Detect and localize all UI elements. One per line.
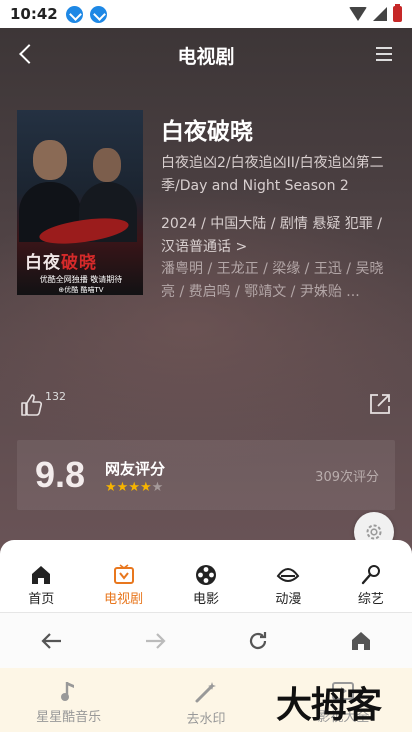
star-icon: ★ bbox=[128, 480, 140, 495]
rating-count: 309次评分 bbox=[315, 470, 379, 485]
tab-tv[interactable]: 电视剧 bbox=[82, 540, 164, 612]
nav-back-button[interactable] bbox=[0, 632, 103, 650]
microphone-icon bbox=[361, 565, 380, 585]
star-icon: ★ bbox=[105, 480, 117, 495]
show-aliases: 白夜追凶2/白夜追凶II/白夜追凶第二季/Day and Night Seaso… bbox=[161, 155, 384, 194]
tab-label: 综艺 bbox=[357, 592, 384, 607]
tab-label: 首页 bbox=[28, 592, 55, 607]
show-title: 白夜破晓 bbox=[161, 119, 253, 145]
film-reel-icon bbox=[196, 565, 217, 585]
home-icon bbox=[32, 566, 51, 584]
menu-icon[interactable] bbox=[376, 47, 392, 61]
back-arrow-icon bbox=[40, 632, 61, 649]
star-icon: ★ bbox=[116, 480, 129, 495]
show-cast: 潘粤明 / 王龙正 / 梁缘 / 王迅 / 吴晓亮 / 费启鸣 / 鄂靖文 / … bbox=[161, 261, 384, 300]
forward-arrow-icon bbox=[145, 632, 166, 649]
tab-label: 动漫 bbox=[275, 592, 302, 607]
wifi-icon bbox=[349, 7, 367, 21]
home-icon bbox=[351, 631, 370, 650]
bottom-tab-bar: 首页 电视剧 电影 动漫 综艺 bbox=[0, 540, 412, 612]
star-icon: ★ bbox=[151, 480, 164, 495]
browser-nav-bar bbox=[0, 612, 412, 668]
status-bar: 10:42 bbox=[0, 0, 412, 28]
battery-icon bbox=[393, 4, 402, 22]
page-title: 电视剧 bbox=[177, 46, 235, 68]
download-icon bbox=[65, 5, 83, 23]
poster-platform: ⊕优酷 酷喵TV bbox=[58, 286, 104, 294]
music-note-icon bbox=[60, 682, 74, 701]
show-meta[interactable]: 2024 / 中国大陆 / 剧情 悬疑 犯罪 / 汉语普通话 > bbox=[161, 213, 397, 259]
shortcut-label: 星星酷音乐 bbox=[36, 710, 102, 725]
nav-forward-button[interactable] bbox=[103, 632, 206, 650]
nav-refresh-button[interactable] bbox=[206, 630, 309, 652]
gear-icon bbox=[366, 524, 382, 540]
status-indicators bbox=[349, 4, 402, 22]
tab-label: 电视剧 bbox=[104, 592, 144, 607]
rating-score: 9.8 bbox=[35, 454, 86, 495]
rating-label: 网友评分 bbox=[105, 460, 166, 478]
poster-title: 白夜破晓 bbox=[25, 253, 97, 273]
tab-anime[interactable]: 动漫 bbox=[247, 540, 329, 612]
tv-icon bbox=[113, 564, 134, 584]
shortcut-watermark-remover[interactable]: 去水印 bbox=[137, 668, 274, 732]
tab-movie[interactable]: 电影 bbox=[165, 540, 247, 612]
star-icon: ★ bbox=[139, 480, 152, 495]
thumbs-up-icon[interactable] bbox=[20, 394, 44, 416]
poster-image[interactable]: 白夜破晓 优酷全网独播 敬请期待 ⊕优酷 酷喵TV bbox=[17, 110, 143, 295]
poster-tag: 优酷全网独播 敬请期待 bbox=[39, 275, 123, 284]
like-count: 132 bbox=[45, 390, 66, 403]
shortcut-music[interactable]: 星星酷音乐 bbox=[0, 668, 137, 732]
shortcut-label: 去水印 bbox=[186, 712, 226, 727]
download-icon bbox=[89, 5, 107, 23]
tab-variety[interactable]: 综艺 bbox=[330, 540, 412, 612]
top-bar: 电视剧 bbox=[0, 28, 412, 82]
rating-panel: 9.8 网友评分 ★★★★★ 309次评分 bbox=[17, 440, 395, 510]
site-watermark: 大拇客 bbox=[276, 685, 382, 726]
anime-icon bbox=[277, 568, 300, 582]
detail-hero: 电视剧 白夜破晓 优酷全网独播 敬请期待 ⊕优酷 酷喵TV 白夜破晓 白夜追凶2… bbox=[0, 28, 412, 558]
tab-label: 电影 bbox=[193, 592, 220, 607]
magic-wand-icon bbox=[195, 682, 216, 703]
status-time: 10:42 bbox=[10, 5, 58, 23]
nav-home-button[interactable] bbox=[309, 630, 412, 652]
rating-stars: ★★★★★ bbox=[105, 480, 163, 495]
share-icon[interactable] bbox=[368, 392, 392, 416]
refresh-icon bbox=[249, 631, 266, 649]
tab-home[interactable]: 首页 bbox=[0, 540, 82, 612]
signal-icon bbox=[373, 7, 387, 21]
